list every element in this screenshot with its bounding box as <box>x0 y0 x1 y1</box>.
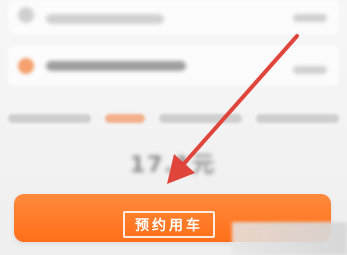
tab-item[interactable] <box>8 113 91 123</box>
radio-icon <box>18 7 34 23</box>
list-item[interactable] <box>8 0 339 34</box>
book-ride-button-label: 预约用车 <box>123 211 215 238</box>
tab-item[interactable] <box>256 113 339 123</box>
blurred-meta <box>293 66 327 74</box>
blurred-text <box>46 61 186 71</box>
list-item[interactable] <box>8 46 339 86</box>
tab-item-active[interactable] <box>105 113 145 123</box>
blurred-meta <box>293 14 327 22</box>
estimated-price: 17.1元 <box>129 153 217 178</box>
watermark <box>232 222 347 255</box>
tab-item[interactable] <box>159 113 242 123</box>
car-type-icon <box>18 58 34 74</box>
blurred-text <box>46 14 164 24</box>
tab-bar <box>8 104 339 132</box>
